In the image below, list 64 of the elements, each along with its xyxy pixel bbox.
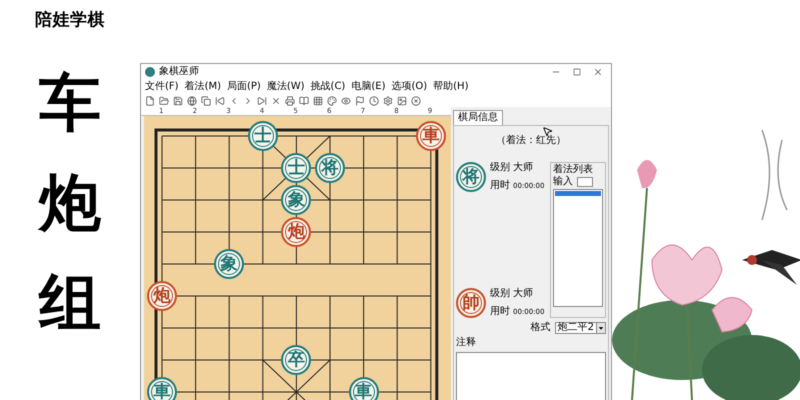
level-value: 大师 <box>513 289 534 299</box>
app-logo-icon <box>145 66 155 76</box>
chess-piece[interactable]: 炮 <box>281 217 312 247</box>
player-piece-icon: 帥 <box>456 288 486 318</box>
level-label: 级别 <box>490 289 510 299</box>
menu-item[interactable]: 魔法(W) <box>266 82 305 92</box>
image-icon[interactable] <box>397 96 407 106</box>
time-label: 用时 <box>490 181 510 191</box>
comment-field[interactable] <box>456 352 606 400</box>
eye-icon[interactable] <box>341 96 351 106</box>
palette-icon[interactable] <box>327 96 337 106</box>
chess-piece[interactable]: 将 <box>315 153 345 183</box>
chess-piece[interactable]: 象 <box>281 185 312 215</box>
menu-item[interactable]: 电脑(E) <box>351 82 386 92</box>
settings-icon[interactable] <box>383 96 393 106</box>
logo-text: 陪娃学棋 <box>35 9 105 32</box>
turn-status: （着法：红先） <box>496 136 566 146</box>
last-move-icon[interactable] <box>257 96 267 106</box>
input-label: 输入 <box>553 177 573 187</box>
calligraphy-character: 炮 <box>39 172 101 234</box>
move-input-field[interactable] <box>577 177 593 187</box>
calligraphy-character: 组 <box>39 272 101 334</box>
format-label: 格式 <box>530 323 551 333</box>
book-icon[interactable] <box>299 96 309 106</box>
clock-icon[interactable] <box>369 96 379 106</box>
chess-piece[interactable]: 車 <box>348 377 379 400</box>
open-folder-icon[interactable] <box>159 96 169 106</box>
comment-label: 注释 <box>456 338 477 348</box>
level-value: 大师 <box>513 163 534 173</box>
chess-piece[interactable]: 象 <box>214 249 244 279</box>
close-icon[interactable] <box>593 66 603 76</box>
save-icon[interactable] <box>173 96 183 106</box>
move-list[interactable] <box>553 189 603 307</box>
panel-tab[interactable]: 棋局信息 <box>453 110 503 125</box>
chess-piece[interactable]: 炮 <box>147 281 177 311</box>
dropdown-caret-icon <box>596 323 605 333</box>
player-piece-icon: 将 <box>456 162 486 192</box>
calligraphy-character: 车 <box>39 72 101 134</box>
window-title: 象棋巫师 <box>159 66 199 76</box>
chess-piece[interactable]: 士 <box>248 121 278 151</box>
menu-item[interactable]: 帮助(H) <box>433 82 468 92</box>
chess-piece[interactable]: 士 <box>281 153 312 183</box>
maximize-icon[interactable] <box>573 68 581 76</box>
menu-item[interactable]: 文件(F) <box>145 82 179 92</box>
menu-item[interactable]: 挑战(C) <box>310 82 346 92</box>
format-dropdown[interactable]: 炮二平2 <box>554 322 606 334</box>
menu-item[interactable]: 局面(P) <box>227 82 261 92</box>
close-icon[interactable] <box>271 96 281 106</box>
grid-icon[interactable] <box>313 96 323 106</box>
level-label: 级别 <box>490 163 510 173</box>
globe-icon[interactable] <box>187 96 197 106</box>
chess-piece[interactable]: 車 <box>416 121 446 151</box>
chess-piece[interactable]: 卒 <box>281 345 312 375</box>
first-move-icon[interactable] <box>215 96 225 106</box>
menu-item[interactable]: 着法(M) <box>184 82 221 92</box>
menu-item[interactable]: 选项(O) <box>391 82 428 92</box>
chess-piece[interactable]: 車 <box>147 377 177 400</box>
flag-icon[interactable] <box>355 96 365 106</box>
new-file-icon[interactable] <box>145 96 155 106</box>
move-list-title: 着法列表 <box>553 165 594 175</box>
printer-icon[interactable] <box>285 96 295 106</box>
time-label: 用时 <box>490 307 510 317</box>
stop-icon[interactable] <box>411 96 421 106</box>
copy-icon[interactable] <box>201 96 211 106</box>
